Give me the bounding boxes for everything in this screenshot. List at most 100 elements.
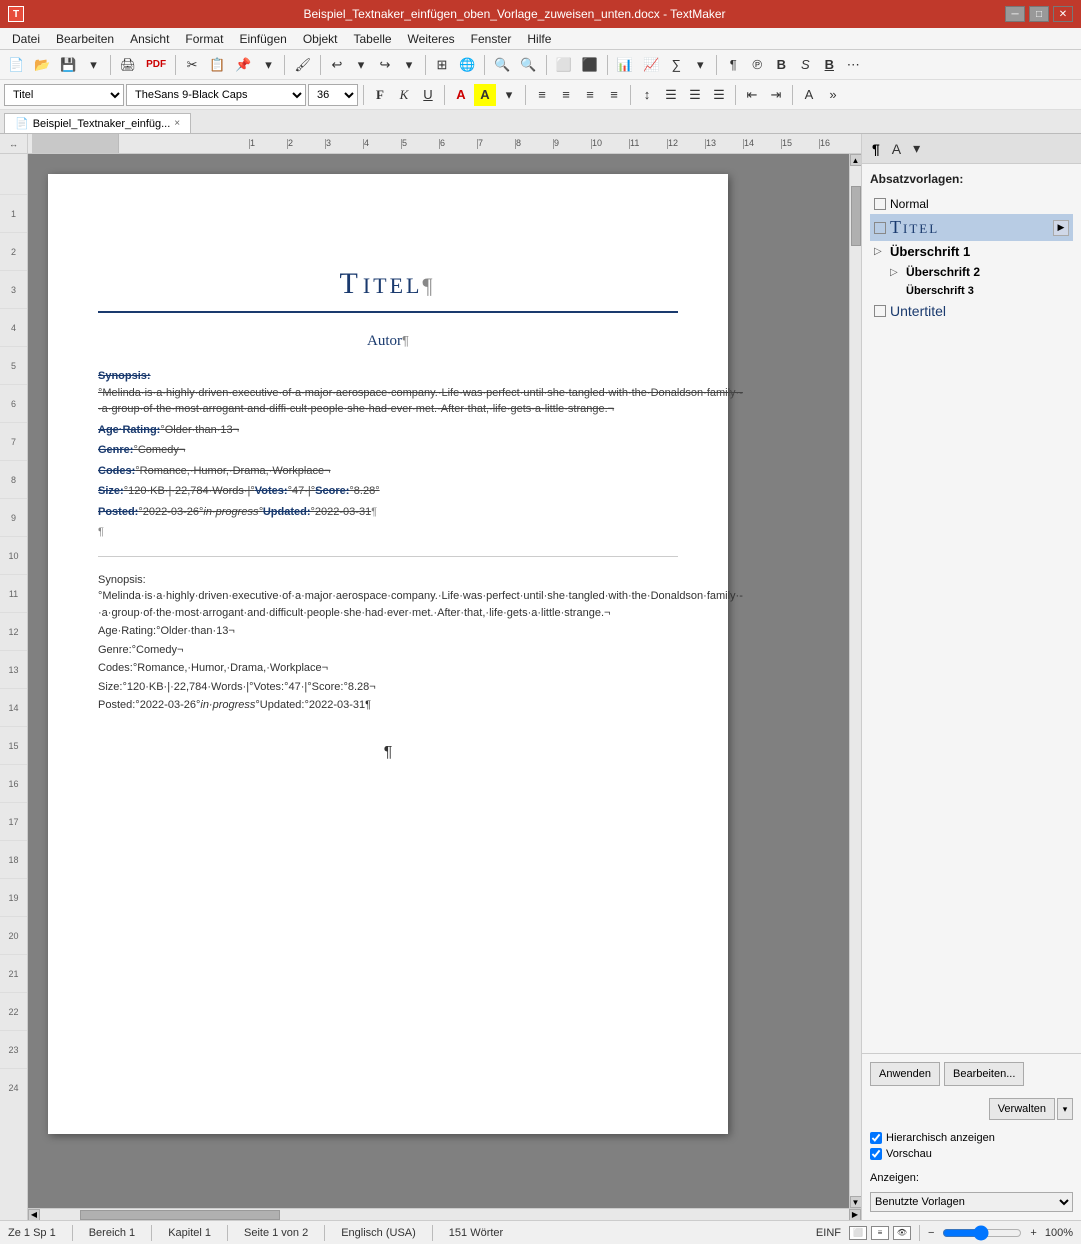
view-web[interactable]: 🌐: [455, 54, 479, 76]
apply-button[interactable]: Anwenden: [870, 1062, 940, 1086]
menu-objekt[interactable]: Objekt: [295, 30, 346, 48]
panel-dropdown-arrow[interactable]: ▾: [911, 138, 922, 159]
menu-ansicht[interactable]: Ansicht: [122, 30, 177, 48]
menu-datei[interactable]: Datei: [4, 30, 48, 48]
horizontal-scrollbar[interactable]: ◀ ▶: [28, 1208, 861, 1220]
cut-button[interactable]: ✂: [181, 54, 203, 76]
style-item-titel[interactable]: Titel ▶: [870, 214, 1073, 241]
scroll-up-button[interactable]: ▲: [850, 154, 862, 166]
titel-arrow-button[interactable]: ▶: [1053, 220, 1069, 236]
view-read-icon[interactable]: 👁: [893, 1226, 911, 1240]
zoom-slider[interactable]: [942, 1228, 1022, 1238]
vertical-scrollbar[interactable]: ▲ ▼: [849, 154, 861, 1208]
redo-dropdown[interactable]: ▾: [398, 54, 420, 76]
more-btn[interactable]: ⋯: [842, 54, 864, 76]
untertitel-checkbox[interactable]: [874, 305, 886, 317]
menu-hilfe[interactable]: Hilfe: [519, 30, 559, 48]
new-button[interactable]: 📄: [4, 54, 28, 76]
pdf-button[interactable]: PDF: [142, 54, 170, 76]
undo-button[interactable]: ↩: [326, 54, 348, 76]
highlight-button[interactable]: A: [474, 84, 496, 106]
style-item-ueberschrift2[interactable]: ▷ Überschrift 2: [886, 262, 1073, 282]
style-item-normal[interactable]: Normal: [870, 194, 1073, 214]
indent-increase[interactable]: ⇥: [765, 84, 787, 106]
copy-button[interactable]: 📋: [205, 54, 229, 76]
zoom-minus[interactable]: −: [928, 1227, 934, 1239]
doc-scroll-content[interactable]: TITEL¶ Autor¶ Synopsis:°Melinda·is·a·hig…: [28, 154, 849, 1208]
save-button[interactable]: 💾: [56, 54, 80, 76]
style-sm2[interactable]: B: [818, 54, 840, 76]
pilcrow-button[interactable]: ¶: [722, 54, 744, 76]
formula-button[interactable]: ∑: [665, 54, 687, 76]
more-format[interactable]: »: [822, 84, 844, 106]
paste-dropdown[interactable]: ▾: [257, 54, 279, 76]
print-button[interactable]: 🖨: [116, 54, 141, 76]
style-item-ueberschrift3[interactable]: Überschrift 3: [902, 282, 1073, 300]
paragraph-panel-icon[interactable]: ¶: [870, 139, 882, 159]
char-panel-icon[interactable]: A: [890, 139, 903, 159]
list-numbered[interactable]: ☰: [684, 84, 706, 106]
align-justify[interactable]: ≡: [603, 84, 625, 106]
view-web-icon[interactable]: ≡: [871, 1226, 889, 1240]
chart-button[interactable]: 📊: [613, 54, 637, 76]
display-select[interactable]: Benutzte Vorlagen Alle Vorlagen Eigene V…: [870, 1192, 1073, 1212]
scroll-track[interactable]: [850, 166, 862, 1196]
scroll-down-button[interactable]: ▼: [850, 1196, 862, 1208]
menu-format[interactable]: Format: [177, 30, 231, 48]
table-button[interactable]: ⬛: [578, 54, 602, 76]
save-dropdown[interactable]: ▾: [83, 54, 105, 76]
document-tab[interactable]: 📄 Beispiel_Textnaker_einfüg... ×: [4, 113, 191, 133]
align-left[interactable]: ≡: [531, 84, 553, 106]
edit-button[interactable]: Bearbeiten...: [944, 1062, 1024, 1086]
highlight-dropdown[interactable]: ▾: [498, 84, 520, 106]
open-button[interactable]: 📂: [30, 54, 54, 76]
align-right[interactable]: ≡: [579, 84, 601, 106]
titel-checkbox[interactable]: [874, 222, 886, 234]
undo-dropdown[interactable]: ▾: [350, 54, 372, 76]
h-scroll-thumb[interactable]: [80, 1210, 280, 1220]
view-normal[interactable]: ⊞: [431, 54, 453, 76]
paste-button[interactable]: 📌: [231, 54, 255, 76]
expand-icon-1[interactable]: ▷: [874, 246, 886, 257]
paragraph-mark[interactable]: ℗: [746, 54, 768, 76]
zoom-plus[interactable]: +: [1030, 1227, 1036, 1239]
search-button[interactable]: 🔍: [490, 54, 514, 76]
list-bullet[interactable]: ☰: [660, 84, 682, 106]
menu-fenster[interactable]: Fenster: [463, 30, 520, 48]
chart2-button[interactable]: 📈: [639, 54, 663, 76]
scroll-left-button[interactable]: ◀: [28, 1209, 40, 1221]
style-item-ueberschrift1[interactable]: ▷ Überschrift 1: [870, 241, 1073, 262]
underline-button[interactable]: U: [417, 84, 439, 106]
document-page[interactable]: TITEL¶ Autor¶ Synopsis:°Melinda·is·a·hig…: [48, 174, 728, 1134]
char-style[interactable]: A: [798, 84, 820, 106]
tab-close-button[interactable]: ×: [174, 118, 180, 129]
view-normal-icon[interactable]: ⬜: [849, 1226, 867, 1240]
close-button[interactable]: ✕: [1053, 6, 1073, 22]
normal-checkbox[interactable]: [874, 198, 886, 210]
format-painter[interactable]: 🖌: [290, 54, 315, 76]
frame-button[interactable]: ⬜: [552, 54, 576, 76]
bold-button[interactable]: F: [369, 84, 391, 106]
indent-decrease[interactable]: ⇤: [741, 84, 763, 106]
redo-button[interactable]: ↪: [374, 54, 396, 76]
font-color-button[interactable]: A: [450, 84, 472, 106]
hierarchical-checkbox[interactable]: [870, 1132, 882, 1144]
line-spacing[interactable]: ↕: [636, 84, 658, 106]
manage-button[interactable]: Verwalten: [989, 1098, 1055, 1120]
h-scroll-track[interactable]: [40, 1209, 849, 1221]
menu-einfuegen[interactable]: Einfügen: [231, 30, 294, 48]
cursor-position[interactable]: ¶: [98, 744, 678, 762]
font-dropdown[interactable]: TheSans 9-Black Caps: [126, 84, 306, 106]
expand-icon-2[interactable]: ▷: [890, 267, 902, 278]
scroll-right-button[interactable]: ▶: [849, 1209, 861, 1221]
formula-dropdown[interactable]: ▾: [689, 54, 711, 76]
list-outline[interactable]: ☰: [708, 84, 730, 106]
style-item-untertitel[interactable]: Untertitel: [870, 300, 1073, 322]
menu-bearbeiten[interactable]: Bearbeiten: [48, 30, 122, 48]
align-center[interactable]: ≡: [555, 84, 577, 106]
preview-checkbox[interactable]: [870, 1148, 882, 1160]
menu-weiteres[interactable]: Weiteres: [400, 30, 463, 48]
minimize-button[interactable]: ─: [1005, 6, 1025, 22]
italic-button[interactable]: K: [393, 84, 415, 106]
scroll-thumb[interactable]: [851, 186, 861, 246]
